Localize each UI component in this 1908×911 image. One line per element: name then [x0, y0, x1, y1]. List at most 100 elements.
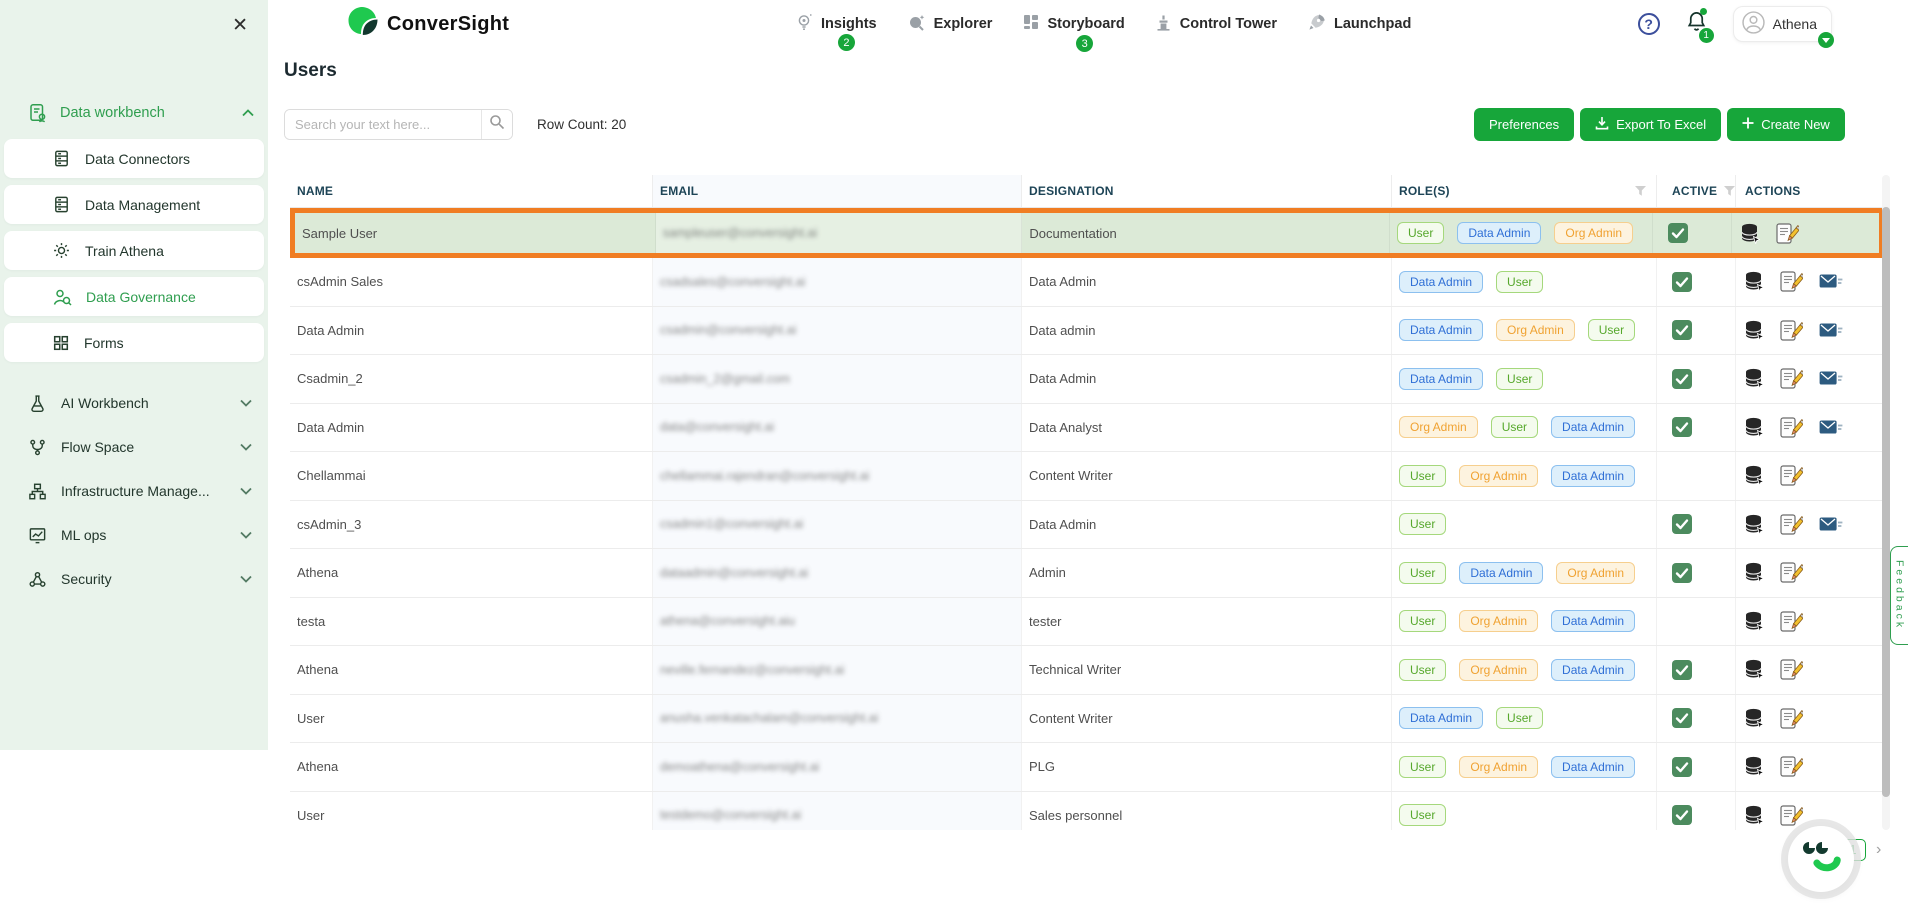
table-row[interactable]: Usertestdemo@conversight.aiSales personn…: [290, 792, 1884, 831]
active-checkbox-icon[interactable]: [1672, 417, 1692, 437]
search-input[interactable]: [285, 110, 481, 139]
button-label: Export To Excel: [1616, 117, 1706, 132]
edit-icon[interactable]: [1780, 611, 1803, 632]
sidebar-group-infrastructure-manage[interactable]: Infrastructure Manage...: [0, 469, 268, 513]
chevron-up-icon[interactable]: [242, 109, 254, 117]
close-sidebar-icon[interactable]: ✕: [232, 16, 248, 35]
database-icon[interactable]: [1745, 756, 1764, 777]
sidebar-item-forms[interactable]: Forms: [4, 323, 264, 362]
notifications-button[interactable]: 1: [1686, 10, 1707, 38]
active-checkbox-icon[interactable]: [1668, 223, 1688, 243]
cell-designation: Data Admin: [1022, 258, 1392, 306]
chat-assistant-widget[interactable]: [1788, 826, 1854, 892]
database-icon[interactable]: [1741, 223, 1760, 244]
active-checkbox-icon[interactable]: [1672, 272, 1692, 292]
database-icon[interactable]: [1745, 708, 1764, 729]
sidebar-group-ai-workbench[interactable]: AI Workbench: [0, 381, 268, 425]
nav-item-insights[interactable]: Insights2: [796, 13, 877, 35]
sidebar-group-flow-space[interactable]: Flow Space: [0, 425, 268, 469]
sidebar-group-data-workbench[interactable]: Data workbench: [0, 95, 268, 131]
edit-icon[interactable]: [1780, 417, 1803, 438]
table-row[interactable]: Useranusha.venkatachalam@conversight.aiC…: [290, 695, 1884, 744]
chevron-down-icon[interactable]: [240, 531, 252, 539]
nav-item-storyboard[interactable]: Storyboard3: [1023, 14, 1124, 34]
active-checkbox-icon[interactable]: [1672, 660, 1692, 680]
active-checkbox-icon[interactable]: [1672, 320, 1692, 340]
preferences-button[interactable]: Preferences: [1474, 108, 1574, 141]
edit-icon[interactable]: [1776, 223, 1799, 244]
sidebar-item-train-athena[interactable]: Train Athena: [4, 231, 264, 270]
table-row[interactable]: Athenaneville.fernandez@conversight.aiTe…: [290, 646, 1884, 695]
cell-name: Chellammai: [290, 452, 653, 500]
table-row[interactable]: testaathena@conversight.aiutesterUserOrg…: [290, 598, 1884, 647]
table-row-selected[interactable]: Sample Usersampleuser@conversight.aiDocu…: [290, 208, 1884, 258]
help-button[interactable]: ?: [1638, 13, 1660, 35]
filter-icon[interactable]: [1635, 186, 1646, 196]
database-icon[interactable]: [1745, 368, 1764, 389]
database-icon[interactable]: [1745, 805, 1764, 826]
mail-icon[interactable]: [1819, 273, 1843, 290]
table-row[interactable]: csAdmin_3csadmin1@conversight.aiData Adm…: [290, 501, 1884, 550]
mail-icon[interactable]: [1819, 419, 1843, 436]
table-row[interactable]: csAdmin Salescsadsales@conversight.aiDat…: [290, 258, 1884, 307]
table-row[interactable]: Athenademoathena@conversight.aiPLGUserOr…: [290, 743, 1884, 792]
chevron-down-icon[interactable]: [240, 487, 252, 495]
edit-icon[interactable]: [1780, 368, 1803, 389]
scrollbar-thumb[interactable]: [1882, 207, 1890, 797]
edit-icon[interactable]: [1780, 708, 1803, 729]
next-page-icon[interactable]: ›: [1876, 842, 1881, 858]
edit-icon[interactable]: [1780, 756, 1803, 777]
create-new-button[interactable]: Create New: [1727, 108, 1845, 141]
caret-down-icon[interactable]: [1818, 32, 1834, 48]
edit-icon[interactable]: [1780, 562, 1803, 583]
active-checkbox-icon[interactable]: [1672, 514, 1692, 534]
feedback-tab[interactable]: Feedback: [1890, 546, 1908, 645]
user-menu[interactable]: Athena: [1733, 6, 1832, 42]
edit-icon[interactable]: [1780, 659, 1803, 680]
active-checkbox-icon[interactable]: [1672, 708, 1692, 728]
database-icon[interactable]: [1745, 320, 1764, 341]
database-icon[interactable]: [1745, 271, 1764, 292]
nav-item-control-tower[interactable]: Control Tower: [1156, 14, 1277, 35]
edit-icon[interactable]: [1780, 465, 1803, 486]
mail-icon[interactable]: [1819, 516, 1843, 533]
sidebar-item-data-connectors[interactable]: Data Connectors: [4, 139, 264, 178]
mail-icon[interactable]: [1819, 322, 1843, 339]
sidebar-item-data-governance[interactable]: Data Governance: [4, 277, 264, 316]
edit-icon[interactable]: [1780, 805, 1803, 826]
active-checkbox-icon[interactable]: [1672, 563, 1692, 583]
cell-active: [1657, 404, 1736, 452]
export-to-excel-button[interactable]: Export To Excel: [1580, 108, 1721, 141]
chevron-down-icon[interactable]: [240, 399, 252, 407]
database-icon[interactable]: [1745, 514, 1764, 535]
filter-icon[interactable]: [1724, 186, 1735, 196]
edit-icon[interactable]: [1780, 271, 1803, 292]
database-icon[interactable]: [1745, 611, 1764, 632]
nav-item-launchpad[interactable]: Launchpad: [1308, 13, 1411, 35]
table-row[interactable]: Data Admincsadmin@conversight.aiData adm…: [290, 307, 1884, 356]
active-checkbox-icon[interactable]: [1672, 369, 1692, 389]
table-row[interactable]: Chellammaichellammai.rajendran@conversig…: [290, 452, 1884, 501]
sidebar-item-data-management[interactable]: Data Management: [4, 185, 264, 224]
table-row[interactable]: Athenadataadmin@conversight.aiAdminUserD…: [290, 549, 1884, 598]
table-row[interactable]: Csadmin_2csadmin_2@gmail.comData AdminDa…: [290, 355, 1884, 404]
sidebar-group-security[interactable]: Security: [0, 557, 268, 601]
brand-logo[interactable]: ConverSight: [347, 6, 509, 43]
chevron-down-icon[interactable]: [240, 443, 252, 451]
designation-text: Data Admin: [1029, 274, 1096, 289]
active-checkbox-icon[interactable]: [1672, 805, 1692, 825]
database-icon[interactable]: [1745, 659, 1764, 680]
database-icon[interactable]: [1745, 465, 1764, 486]
edit-icon[interactable]: [1780, 514, 1803, 535]
cell-name: Csadmin_2: [290, 355, 653, 403]
database-icon[interactable]: [1745, 562, 1764, 583]
chevron-down-icon[interactable]: [240, 575, 252, 583]
sidebar-group-ml-ops[interactable]: ML ops: [0, 513, 268, 557]
mail-icon[interactable]: [1819, 370, 1843, 387]
active-checkbox-icon[interactable]: [1672, 757, 1692, 777]
database-icon[interactable]: [1745, 417, 1764, 438]
search-button[interactable]: [481, 110, 512, 139]
edit-icon[interactable]: [1780, 320, 1803, 341]
table-row[interactable]: Data Admindata@conversight.aiData Analys…: [290, 404, 1884, 453]
nav-item-explorer[interactable]: Explorer: [908, 14, 993, 35]
